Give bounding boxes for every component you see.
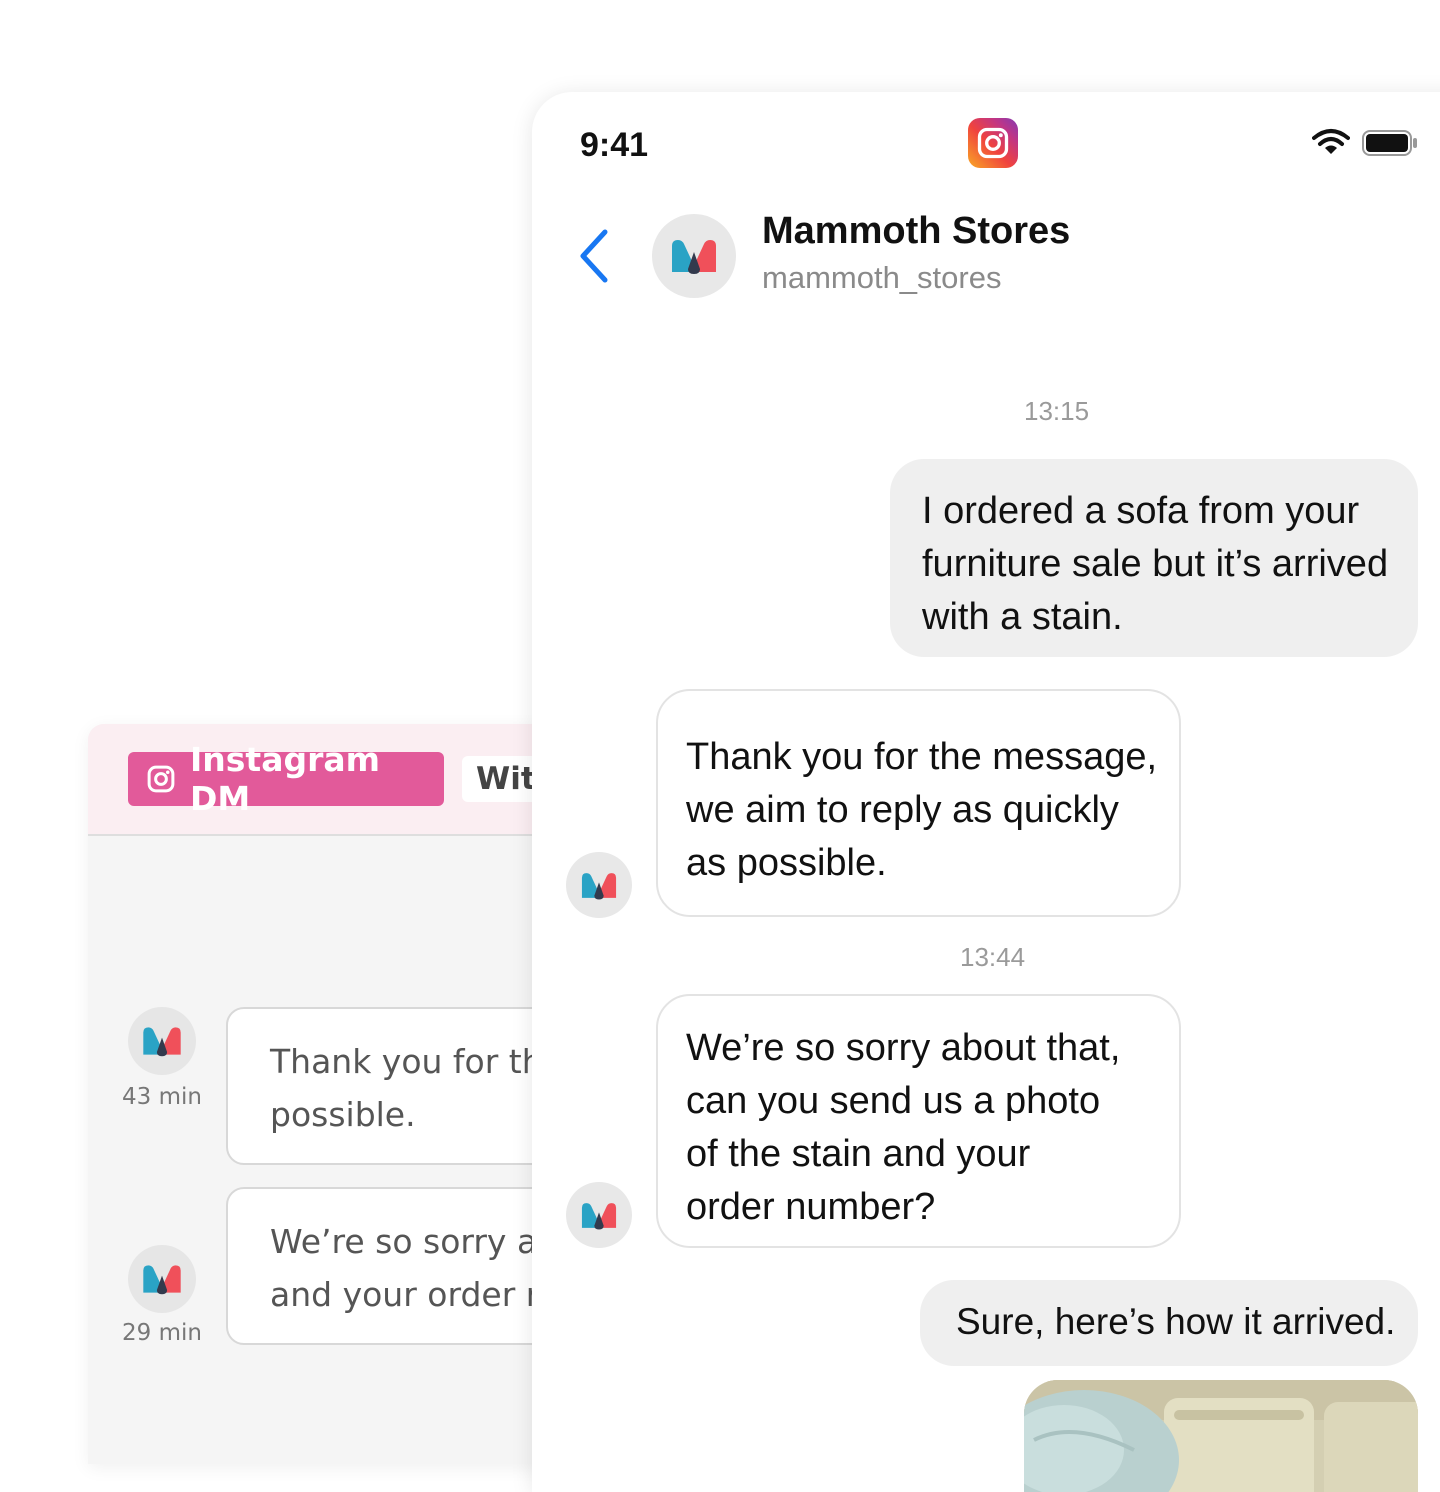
channel-badge-instagram-dm[interactable]: Instagram DM [128, 740, 444, 818]
message-line: can you send us a photo [686, 1080, 1101, 1122]
outgoing-message-bubble: Sure, here’s how it arrived. [920, 1280, 1418, 1366]
message-line: We’re so sorry about that, [686, 1027, 1121, 1069]
message-line: of the stain and your [686, 1133, 1031, 1175]
battery-icon [1362, 130, 1417, 156]
message-line: order number? [686, 1186, 936, 1228]
contact-handle: mammoth_stores [762, 260, 1002, 295]
mammoth-logo-icon [672, 240, 716, 274]
message-line: furniture sale but it’s arrived [922, 543, 1389, 585]
message-line: as possible. [686, 842, 887, 884]
message-timestamp: 13:15 [1024, 396, 1090, 426]
mammoth-logo-icon [581, 1202, 617, 1229]
sofa-photo [1024, 1380, 1418, 1492]
message-timestamp: 13:44 [960, 942, 1026, 972]
message-line: I ordered a sofa from your [922, 490, 1360, 532]
sofa-photo-attachment[interactable] [1024, 1380, 1418, 1492]
incoming-message-bubble: Thank you for the message, we aim to rep… [656, 689, 1181, 917]
message-time: 29 min [122, 1320, 202, 1346]
message-line: Sure, here’s how it arrived. [956, 1301, 1396, 1342]
message-time: 43 min [122, 1084, 202, 1110]
instagram-phone: 9:41 Mammoth Stores mammoth_stores 13:15 [532, 92, 1440, 1492]
chevron-left-icon [580, 229, 608, 283]
contact-name[interactable]: Mammoth Stores [762, 210, 1070, 253]
message-line: we aim to reply as quickly [686, 789, 1119, 831]
back-button[interactable] [572, 226, 616, 286]
message-line: Thank you for the message, [686, 736, 1158, 778]
instagram-icon [968, 118, 1018, 168]
instagram-icon [147, 765, 175, 793]
store-avatar [566, 852, 632, 918]
incoming-message-bubble: We’re so sorry about that, can you send … [656, 994, 1181, 1248]
mammoth-logo-icon [143, 1027, 181, 1057]
avatar [128, 1007, 196, 1075]
contact-avatar[interactable] [652, 214, 736, 298]
wifi-icon [1312, 129, 1350, 154]
message-line: with a stain. [922, 596, 1123, 638]
status-time: 9:41 [580, 126, 649, 164]
store-avatar [566, 1182, 632, 1248]
outgoing-message-bubble: I ordered a sofa from your furniture sal… [890, 459, 1418, 657]
mammoth-logo-icon [143, 1265, 181, 1295]
channel-label: Instagram DM [190, 740, 381, 818]
tab-with-label: Wit [476, 761, 536, 797]
mammoth-logo-icon [581, 872, 617, 899]
avatar [128, 1245, 196, 1313]
